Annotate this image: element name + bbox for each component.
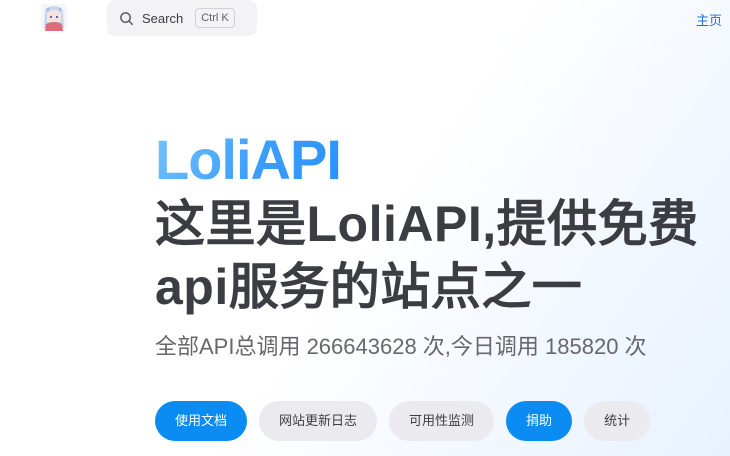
changelog-button[interactable]: 网站更新日志 — [259, 401, 378, 441]
search-button[interactable]: Search Ctrl K — [107, 0, 257, 36]
nav-link-home[interactable]: 主页 — [696, 10, 722, 29]
home-page: Search Ctrl K 主页 LoliAPI 这里是LoliAPI,提供免费… — [0, 0, 730, 456]
hero-tagline: 全部API总调用 266643628 次,今日调用 185820 次 — [155, 334, 647, 359]
hero: LoliAPI 这里是LoliAPI,提供免费api服务的站点之一 全部API总… — [155, 128, 725, 363]
hero-text: 这里是LoliAPI,提供免费api服务的站点之一 — [155, 196, 699, 315]
navbar: Search Ctrl K 主页 — [0, 0, 730, 38]
anime-girl-avatar-icon — [41, 4, 67, 31]
search-icon — [120, 11, 134, 25]
search-label: Search — [142, 10, 184, 26]
search-shortcut-hint: Ctrl K — [195, 8, 235, 28]
site-logo-avatar[interactable] — [41, 4, 67, 31]
docs-button[interactable]: 使用文档 — [155, 401, 248, 441]
statistics-button[interactable]: 统计 — [584, 401, 651, 441]
donate-button[interactable]: 捐助 — [506, 401, 573, 441]
hero-actions: 使用文档 网站更新日志 可用性监测 捐助 统计 — [155, 401, 651, 441]
hero-name: LoliAPI — [155, 128, 342, 191]
uptime-monitor-button[interactable]: 可用性监测 — [389, 401, 495, 441]
hero-heading: LoliAPI 这里是LoliAPI,提供免费api服务的站点之一 — [155, 128, 725, 319]
